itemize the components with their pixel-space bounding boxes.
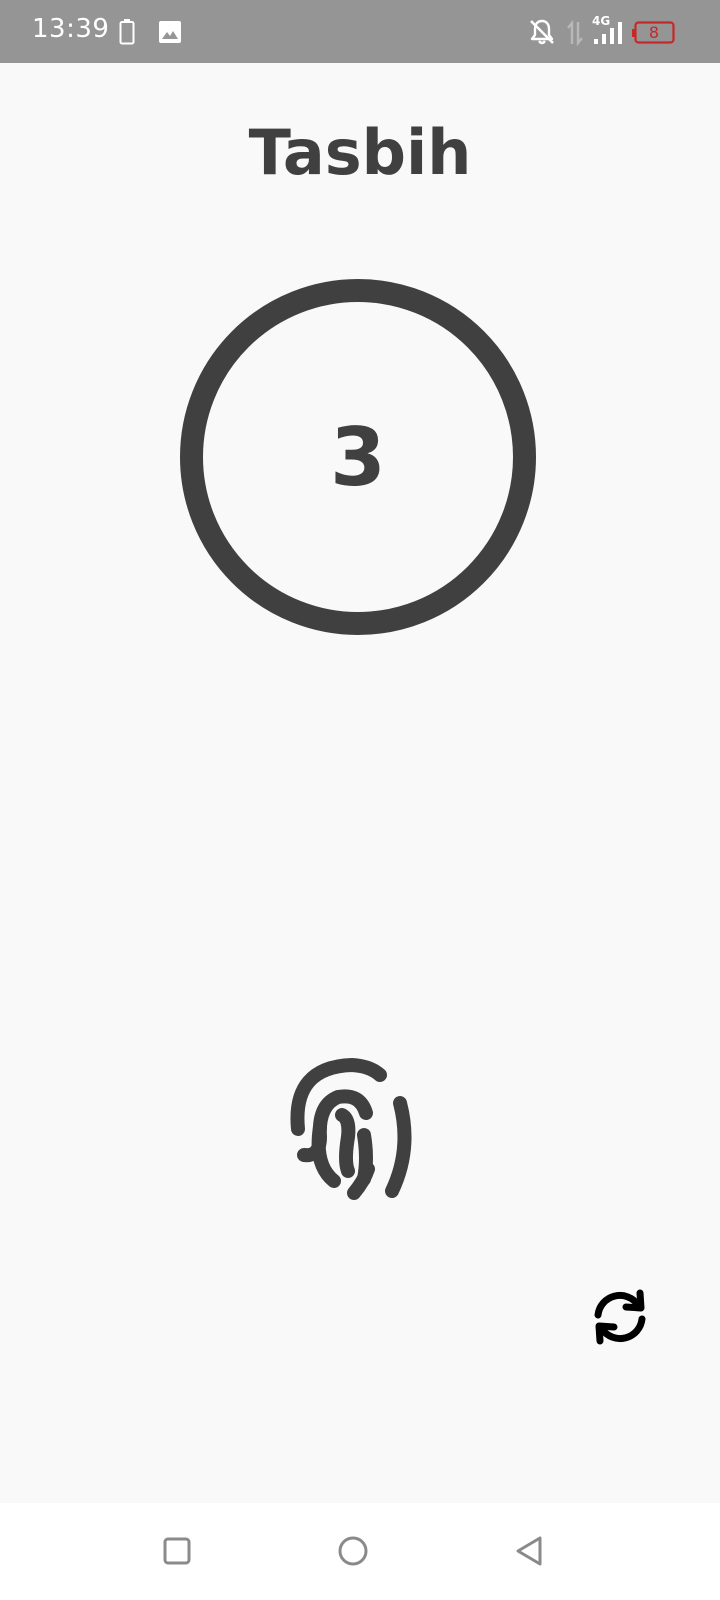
refresh-icon <box>588 1289 652 1353</box>
notifications-off-icon <box>528 18 556 50</box>
status-bar: 13:39 4G 8 <box>0 0 720 63</box>
recents-icon <box>163 1537 191 1569</box>
tasbih-screen: Tasbih 3 <box>0 63 720 1503</box>
image-icon <box>158 20 182 48</box>
home-button[interactable] <box>337 1535 369 1571</box>
signal-icon <box>594 22 624 48</box>
recents-button[interactable] <box>163 1537 191 1569</box>
battery-icon <box>119 19 135 49</box>
status-time: 13:39 <box>32 14 110 44</box>
data-arrows-icon <box>565 19 585 50</box>
counter-ring[interactable]: 3 <box>180 279 536 635</box>
reset-button[interactable] <box>588 1285 652 1349</box>
count-button[interactable] <box>280 1053 440 1213</box>
counter-value: 3 <box>330 410 386 504</box>
fingerprint-icon <box>280 1057 440 1217</box>
battery-level-label: 8 <box>648 23 660 42</box>
back-button[interactable] <box>514 1535 544 1571</box>
navigation-bar <box>0 1503 720 1600</box>
home-icon <box>337 1536 369 1571</box>
back-icon <box>514 1536 544 1571</box>
page-title: Tasbih <box>248 116 472 189</box>
